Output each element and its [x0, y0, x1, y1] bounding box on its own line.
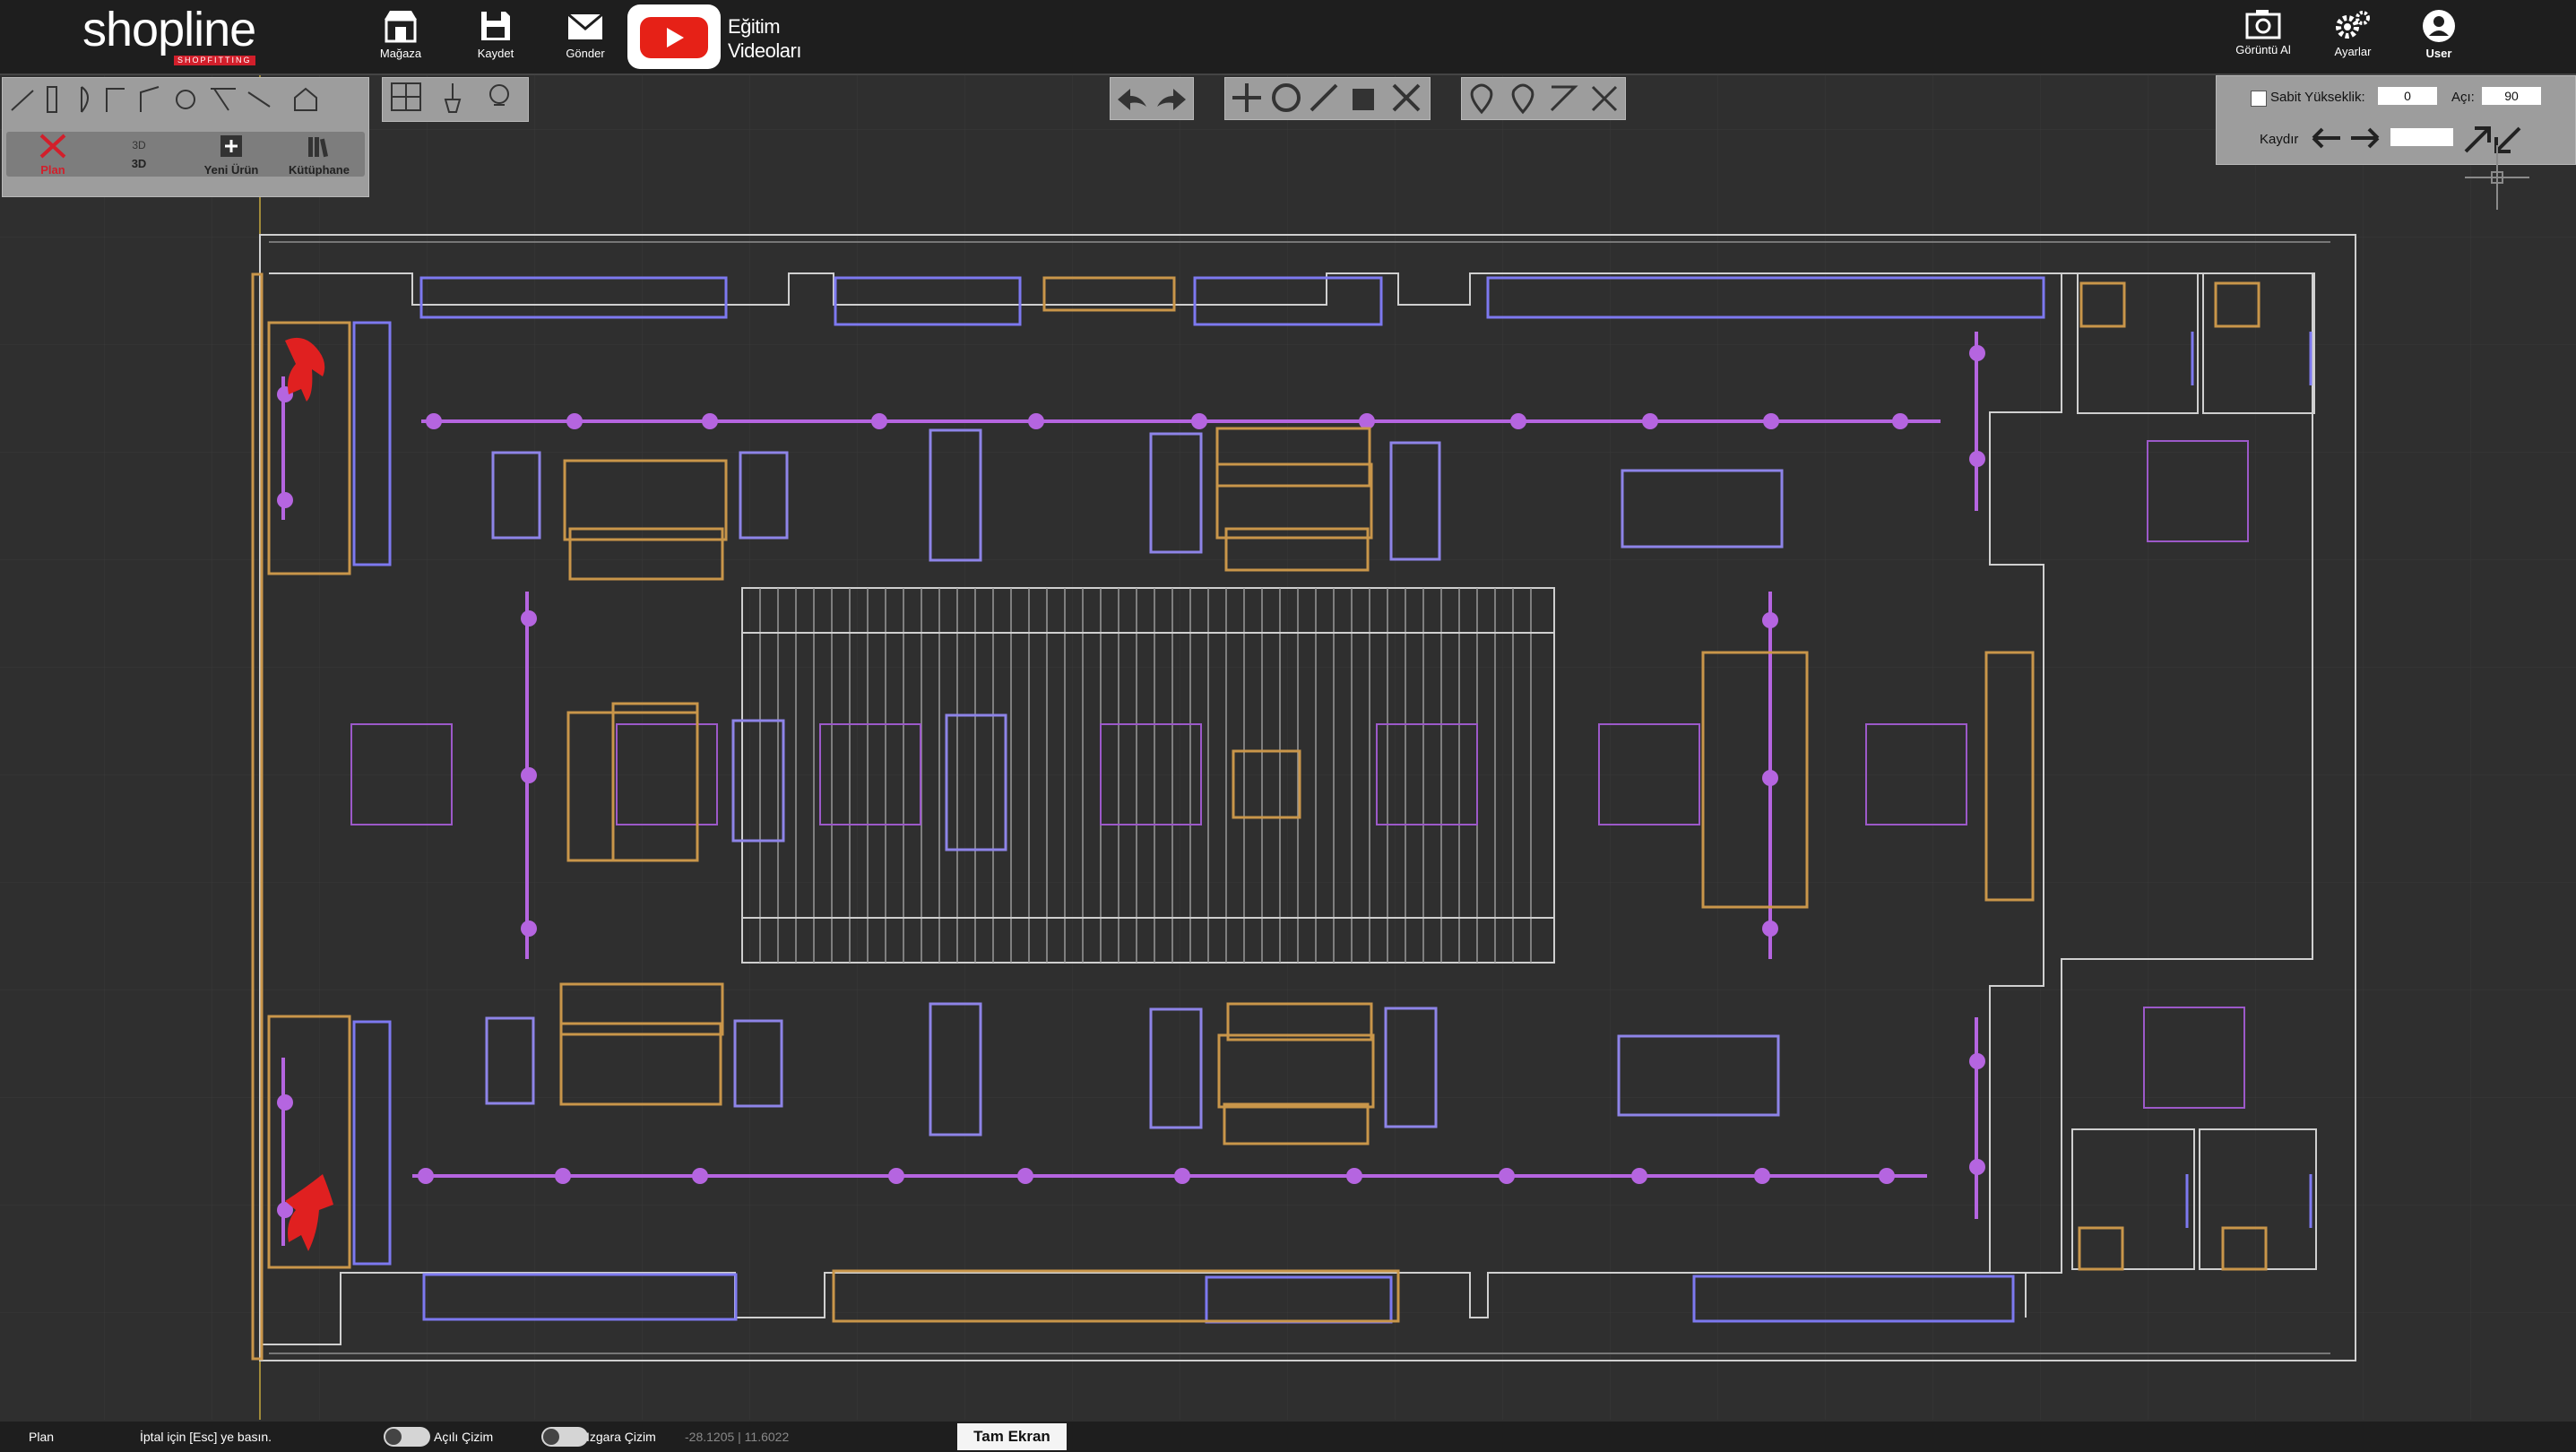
camera-icon [2245, 10, 2281, 39]
plan-button[interactable]: Plan [17, 134, 89, 177]
flip-icon [1353, 89, 1374, 110]
plan-canvas[interactable] [0, 75, 2576, 1420]
bulb-icon [489, 84, 509, 104]
undo-redo-icons [1118, 89, 1186, 110]
store-icon [385, 11, 417, 43]
new-product-button[interactable]: Yeni Ürün [191, 134, 272, 177]
store-label: Mağaza [379, 47, 422, 60]
fullscreen-button[interactable]: Tam Ekran [957, 1423, 1067, 1450]
app-logo: shopline SHOPFITTING [82, 5, 280, 65]
move-icon [1232, 83, 1261, 112]
measure-icon [211, 88, 236, 111]
save-button[interactable]: Kaydet [455, 9, 536, 66]
library-icon [308, 137, 329, 158]
settings-button[interactable]: Ayarlar [2312, 9, 2393, 66]
fixed-height-input[interactable]: 0 [2378, 87, 2437, 105]
angle-input[interactable]: 90 [2482, 87, 2541, 105]
youtube-button[interactable] [627, 4, 721, 69]
plus-box-icon [220, 135, 242, 157]
new-product-label: Yeni Ürün [203, 163, 259, 177]
location-pin-icon [1511, 83, 1534, 115]
angled-drawing-label: Açılı Çizim [434, 1430, 494, 1444]
youtube-icon [640, 17, 708, 58]
view-3d-button[interactable]: 3D 3D [103, 134, 175, 170]
scale-icon [1310, 83, 1338, 112]
logo-text: shopline [82, 3, 256, 56]
shift-label: Kaydır [2260, 132, 2299, 147]
pin-plus-icon [1470, 83, 1493, 115]
user-button[interactable]: User [2399, 9, 2479, 66]
save-icon [481, 12, 510, 40]
delete-icon [1392, 83, 1421, 112]
transform-icons [1232, 83, 1421, 112]
grid-drawing-label: Izgara Çizim [586, 1430, 656, 1444]
draw-tools-row [11, 86, 317, 113]
top-toolbar: shopline SHOPFITTING Mağaza Kaydet Gönde… [0, 0, 2576, 75]
arrow-right-icon [2351, 127, 2380, 149]
grid-lines-icon [392, 83, 420, 110]
corner-tool-icon [1550, 85, 1578, 112]
cube-3d-icon: 3D [132, 139, 146, 151]
fixed-height-checkbox[interactable] [2251, 91, 2267, 107]
tutorial-line1: Eğitim [728, 15, 781, 38]
grid-drawing-toggle[interactable] [541, 1427, 588, 1447]
left-tool-panel: Plan 3D 3D Yeni Ürün Kütüphane [2, 77, 369, 197]
view-3d-label: 3D [131, 157, 147, 170]
paint-icon [247, 91, 271, 108]
angle-label: Açı: [2451, 90, 2475, 105]
user-label: User [2425, 47, 2452, 60]
shift-arrows [2312, 127, 2380, 149]
light-icon [176, 90, 195, 109]
settings-label: Ayarlar [2334, 45, 2372, 58]
logo-subtitle: SHOPFITTING [174, 56, 255, 65]
hint-text: İptal için [Esc] ye basın. [140, 1430, 272, 1444]
wall-icon [47, 86, 57, 113]
store-button[interactable]: Mağaza [360, 9, 441, 66]
angled-drawing-toggle[interactable] [384, 1427, 430, 1447]
north-crosshair [2465, 145, 2529, 210]
save-label: Kaydet [477, 47, 514, 60]
gear-icon [2336, 11, 2370, 39]
layer-tools [391, 82, 509, 113]
library-label: Kütüphane [289, 163, 350, 177]
pencil-ruler-icon [1591, 85, 1618, 112]
placement-panel [1461, 77, 1626, 120]
redo-icon [1157, 89, 1186, 110]
arrow-left-icon [2312, 127, 2340, 149]
undo-icon [1118, 89, 1146, 110]
transform-panel [1224, 77, 1431, 120]
fixed-height-label: Sabit Yükseklik: [2270, 90, 2365, 105]
send-label: Gönder [566, 47, 605, 60]
screenshot-label: Görüntü Al [2235, 43, 2291, 56]
library-button[interactable]: Kütüphane [279, 134, 359, 177]
plan-label: Plan [40, 163, 65, 177]
cursor-coords: -28.1205 | 11.6022 [685, 1430, 790, 1444]
mode-indicator: Plan [29, 1430, 55, 1444]
arc-icon [106, 88, 125, 112]
shift-input[interactable] [2390, 128, 2453, 146]
tutorial-line2: Videoları [728, 39, 801, 62]
screenshot-button[interactable]: Görüntü Al [2223, 9, 2304, 66]
plan-icon [39, 134, 66, 159]
send-button[interactable]: Gönder [545, 9, 626, 66]
undo-redo-panel [1110, 77, 1194, 120]
mail-icon [567, 13, 603, 39]
user-icon [2423, 10, 2455, 42]
placement-icons [1470, 83, 1618, 115]
door-icon [81, 86, 89, 113]
brush-icon [444, 83, 462, 113]
layer-tool-panel [382, 77, 529, 122]
pencil-icon [11, 90, 34, 111]
tutorial-videos-link[interactable]: Eğitim Videoları [728, 14, 801, 63]
house-icon [294, 87, 317, 111]
corner-icon [140, 86, 160, 112]
rotate-icon [1272, 83, 1301, 112]
